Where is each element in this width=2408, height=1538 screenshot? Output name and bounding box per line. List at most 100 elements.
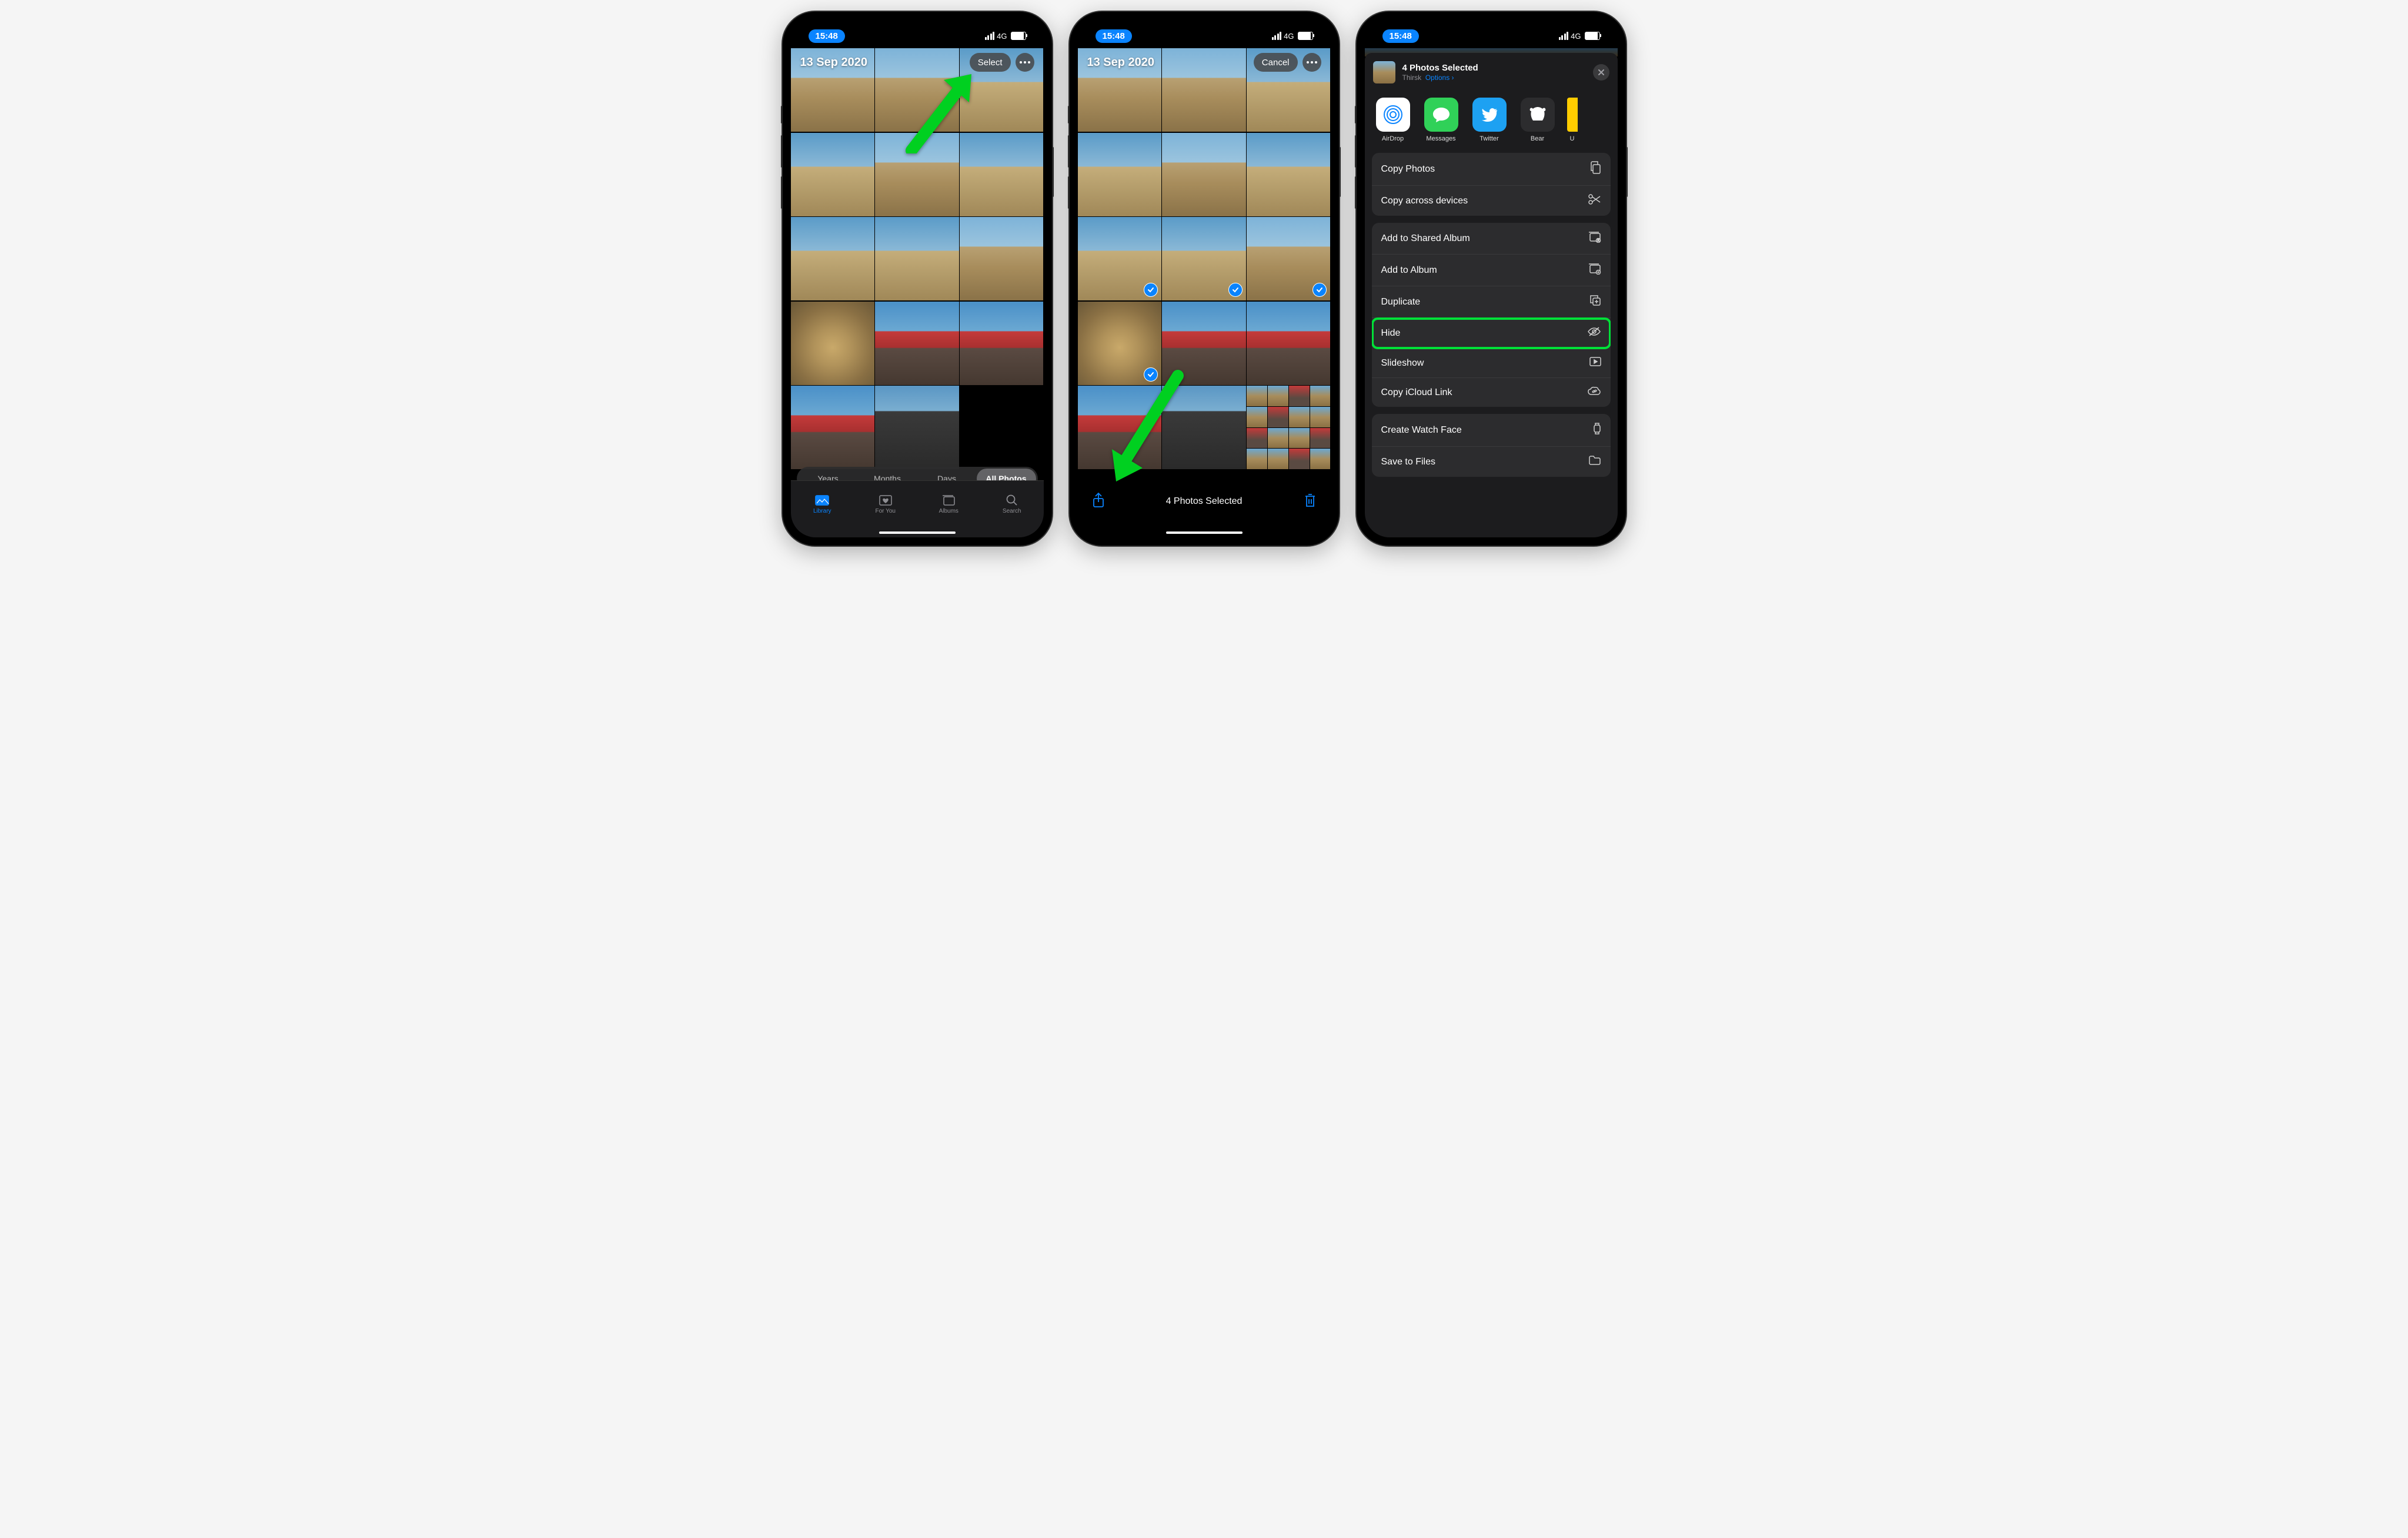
photo-thumbnail[interactable] [875,217,958,300]
home-indicator[interactable] [879,531,956,534]
action-save-files[interactable]: Save to Files [1372,447,1611,477]
status-time: 15:48 [1096,29,1132,43]
tab-label: For You [876,508,896,514]
action-add-shared-album[interactable]: Add to Shared Album [1372,223,1611,255]
photo-thumbnail[interactable] [791,217,874,300]
photo-thumbnail[interactable] [1078,217,1161,300]
phone-frame-2: 15:48 4G [1070,12,1339,546]
photo-thumbnail[interactable] [791,133,874,216]
tab-label: Search [1003,508,1021,514]
share-subtitle: Thirsk Options › [1402,73,1478,82]
action-copy-across[interactable]: Copy across devices [1372,186,1611,216]
battery-icon [1011,32,1026,40]
folder-icon [1588,455,1601,469]
tab-bar: Library For You Albums Search [791,480,1044,537]
share-app-airdrop[interactable]: AirDrop [1374,98,1412,142]
selection-check-icon [1144,283,1158,297]
action-watch-face[interactable]: Create Watch Face [1372,414,1611,447]
selection-count: 4 Photos Selected [1166,496,1243,507]
network-label: 4G [1571,32,1581,41]
photo-thumbnail[interactable] [791,302,874,385]
photo-thumbnail[interactable] [1162,133,1245,216]
status-time: 15:48 [809,29,845,43]
share-thumbnail [1373,61,1395,83]
share-app-bear[interactable]: Bear [1519,98,1557,142]
delete-button[interactable] [1304,493,1317,511]
action-group-1: Copy Photos Copy across devices [1372,153,1611,216]
more-button[interactable] [1302,53,1321,72]
signal-icon [985,32,995,40]
notch [1145,20,1263,36]
action-hide[interactable]: Hide [1372,318,1611,349]
phone-frame-3: 15:48 4G 4 Photos Selected Thirsk Option… [1357,12,1626,546]
library-icon [814,494,830,507]
bear-icon [1521,98,1555,132]
play-icon [1589,357,1601,369]
photo-thumbnail[interactable] [875,386,958,469]
cloud-link-icon [1587,386,1601,399]
signal-icon [1559,32,1569,40]
add-album-icon [1588,263,1601,277]
share-app-messages[interactable]: Messages [1422,98,1460,142]
photo-thumbnail[interactable] [1162,217,1245,300]
selection-check-icon [1312,283,1327,297]
selection-check-icon [1228,283,1243,297]
watch-icon [1593,422,1601,438]
more-button[interactable] [1016,53,1034,72]
tab-library[interactable]: Library [791,481,854,527]
share-button[interactable] [1092,492,1105,511]
photo-thumbnail[interactable] [960,386,1043,469]
scissors-icon [1588,194,1601,208]
close-button[interactable] [1593,64,1609,81]
photo-thumbnail[interactable] [1247,217,1330,300]
annotation-arrow [1101,367,1190,490]
network-label: 4G [1284,32,1294,41]
notch [1432,20,1550,36]
date-title: 13 Sep 2020 [1087,56,1155,69]
annotation-arrow [900,68,982,153]
status-time: 15:48 [1382,29,1419,43]
photo-thumbnail[interactable] [960,302,1043,385]
network-label: 4G [997,32,1007,41]
options-link[interactable]: Options › [1425,73,1454,82]
photo-thumbnail[interactable] [960,217,1043,300]
battery-icon [1585,32,1600,40]
action-icloud-link[interactable]: Copy iCloud Link [1372,378,1611,407]
tab-albums[interactable]: Albums [917,481,981,527]
ellipsis-icon [1307,61,1317,63]
photo-thumbnail[interactable] [1078,133,1161,216]
photo-thumbnail[interactable] [1247,133,1330,216]
share-app-twitter[interactable]: Twitter [1471,98,1508,142]
action-group-2: Add to Shared Album Add to Album Duplica… [1372,223,1611,407]
tab-for-you[interactable]: For You [854,481,917,527]
share-apps-row[interactable]: AirDrop Messages Twitter Bear U [1365,89,1618,153]
cancel-button[interactable]: Cancel [1254,53,1298,72]
copy-icon [1589,161,1601,177]
albums-icon [941,494,956,507]
share-app-more[interactable]: U [1567,98,1578,142]
share-header: 4 Photos Selected Thirsk Options › [1365,53,1618,89]
action-group-3: Create Watch Face Save to Files [1372,414,1611,477]
close-icon [1598,69,1605,76]
duplicate-icon [1589,295,1601,309]
ellipsis-icon [1020,61,1030,63]
shared-album-icon [1588,231,1601,246]
app-icon-partial [1567,98,1578,132]
notch [859,20,976,36]
action-add-album[interactable]: Add to Album [1372,255,1611,286]
tab-label: Albums [939,508,958,514]
photo-thumbnail[interactable] [1247,302,1330,385]
photo-thumbnail[interactable] [791,386,874,469]
battery-icon [1298,32,1313,40]
action-copy-photos[interactable]: Copy Photos [1372,153,1611,186]
messages-icon [1424,98,1458,132]
tab-search[interactable]: Search [980,481,1044,527]
signal-icon [1272,32,1282,40]
home-indicator[interactable] [1166,531,1243,534]
action-duplicate[interactable]: Duplicate [1372,286,1611,318]
photo-thumbnail[interactable] [1247,386,1330,469]
airdrop-icon [1376,98,1410,132]
action-slideshow[interactable]: Slideshow [1372,349,1611,378]
date-title: 13 Sep 2020 [800,56,868,69]
photo-thumbnail[interactable] [875,302,958,385]
